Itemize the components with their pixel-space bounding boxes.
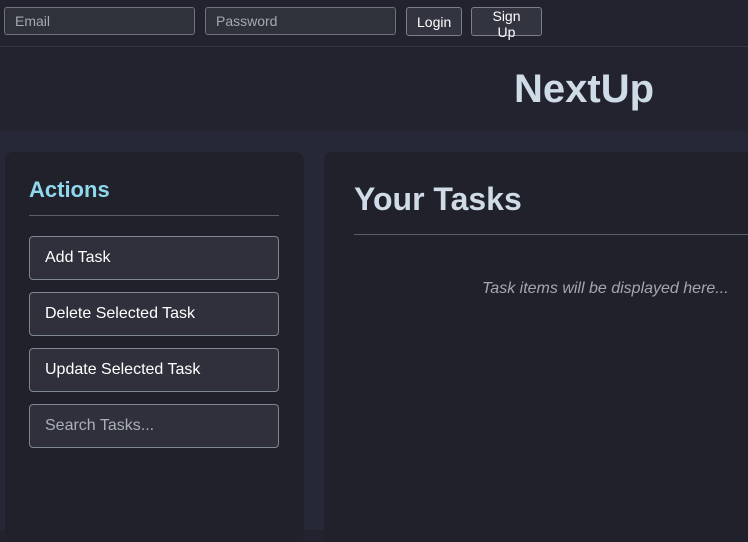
password-input[interactable]: [205, 7, 396, 35]
actions-panel: Actions Add Task Delete Selected Task Up…: [5, 152, 304, 542]
auth-bar: Login Sign Up: [0, 0, 748, 47]
actions-title: Actions: [29, 177, 110, 202]
tasks-empty-message: Task items will be displayed here...: [482, 280, 729, 297]
add-task-button[interactable]: Add Task: [29, 236, 279, 280]
signup-button[interactable]: Sign Up: [471, 7, 542, 40]
login-button[interactable]: Login: [406, 7, 462, 36]
tasks-title: Your Tasks: [354, 181, 522, 217]
actions-divider: [29, 215, 279, 216]
tasks-divider: [354, 234, 748, 235]
app-header: NextUp: [0, 47, 748, 131]
update-task-button[interactable]: Update Selected Task: [29, 348, 279, 392]
search-tasks-input[interactable]: [29, 404, 279, 448]
delete-task-button[interactable]: Delete Selected Task: [29, 292, 279, 336]
tasks-panel: Your Tasks Task items will be displayed …: [324, 152, 748, 542]
email-input[interactable]: [4, 7, 195, 35]
app-title: NextUp: [514, 67, 655, 111]
